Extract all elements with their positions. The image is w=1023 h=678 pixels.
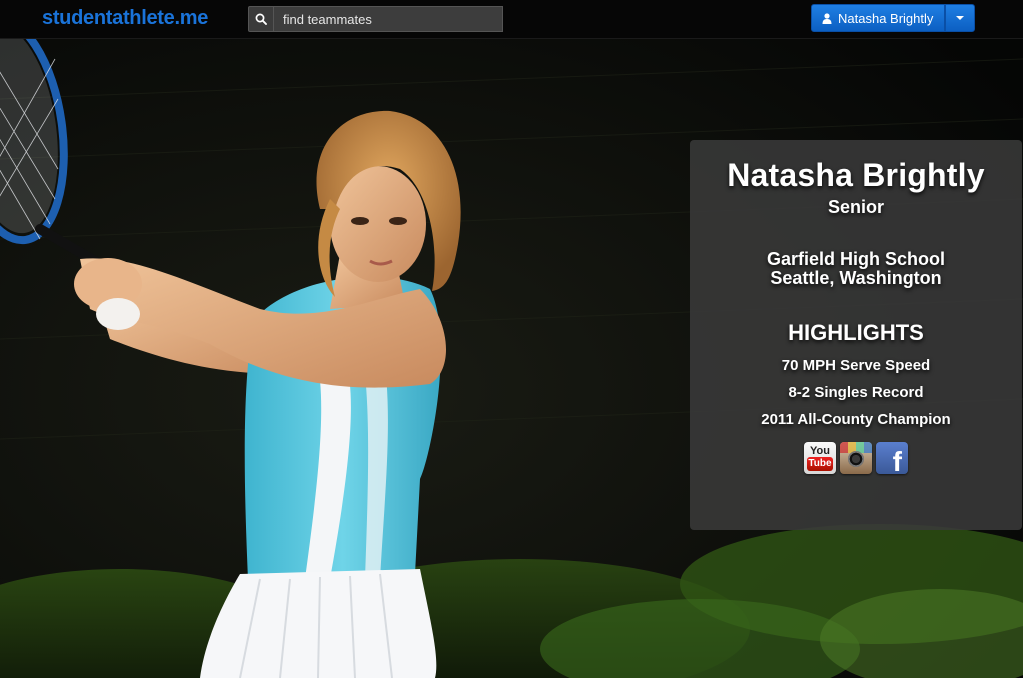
search-bar (248, 6, 503, 32)
search-icon (255, 13, 267, 25)
facebook-icon[interactable]: f (876, 442, 908, 474)
youtube-icon[interactable]: You Tube (804, 442, 836, 474)
instagram-icon[interactable] (840, 442, 872, 474)
highlight-item: 8-2 Singles Record (788, 384, 924, 401)
youtube-icon-top-text: You (810, 445, 830, 457)
brand-logo-link[interactable]: studentathlete.me (42, 7, 208, 30)
athlete-profile-card: Natasha Brightly Senior Garfield High Sc… (690, 140, 1022, 530)
user-menu: Natasha Brightly (811, 4, 976, 32)
athlete-name: Natasha Brightly (727, 157, 985, 193)
search-button[interactable] (248, 6, 274, 32)
social-links: You Tube f (690, 442, 1022, 474)
user-profile-button[interactable]: Natasha Brightly (811, 4, 946, 32)
search-input[interactable] (274, 6, 503, 32)
instagram-icon-lens (848, 451, 864, 467)
user-name-label: Natasha Brightly (838, 10, 934, 26)
athlete-school: Garfield High School (766, 249, 945, 269)
chevron-down-icon (956, 16, 965, 20)
highlight-item: 70 MPH Serve Speed (781, 357, 931, 374)
highlights-heading: HIGHLIGHTS (788, 320, 924, 345)
facebook-icon-letter: f (892, 446, 902, 474)
user-icon (822, 12, 832, 24)
youtube-icon-bottom-text: Tube (807, 457, 833, 471)
user-menu-dropdown-toggle[interactable] (945, 4, 976, 32)
athlete-class-year: Senior (827, 197, 884, 217)
top-navbar: studentathlete.me Natasha Brightly (0, 0, 1023, 39)
highlight-item: 2011 All-County Champion (761, 411, 951, 428)
athlete-location: Seattle, Washington (770, 268, 942, 288)
